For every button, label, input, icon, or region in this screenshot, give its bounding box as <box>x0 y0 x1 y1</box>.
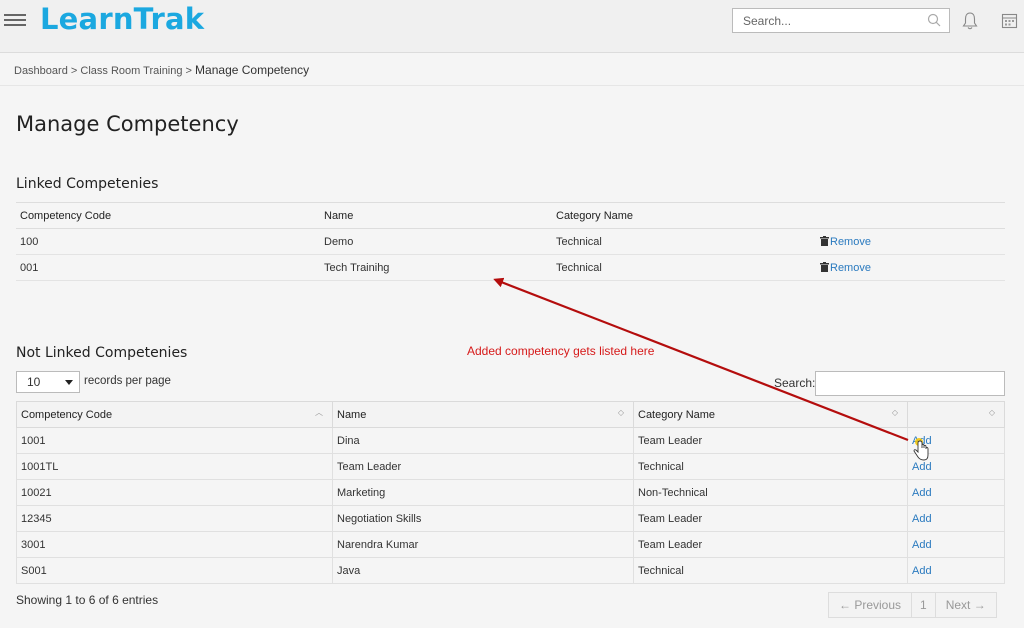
cell-category: Team Leader <box>633 427 908 454</box>
column-header-category[interactable]: Category Name ◇ <box>633 401 908 428</box>
breadcrumb-separator: > <box>185 65 192 77</box>
search-icon[interactable] <box>927 13 941 27</box>
breadcrumb: Dashboard > Class Room Training > Manage… <box>14 63 309 77</box>
table-search-label: Search: <box>774 376 816 390</box>
add-link[interactable]: Add <box>912 487 932 499</box>
trash-icon <box>820 261 829 272</box>
hamburger-menu-icon[interactable] <box>4 14 26 28</box>
column-header-code[interactable]: Competency Code ︿ <box>16 401 333 428</box>
cell-code: 3001 <box>16 531 333 558</box>
annotation-text: Added competency gets listed here <box>467 344 655 358</box>
cell-action: Add <box>907 557 1005 584</box>
caret-down-icon <box>65 380 73 385</box>
remove-label[interactable]: Remove <box>830 262 871 274</box>
cell-name: Tech Trainihg <box>320 254 552 281</box>
column-header-category: Category Name <box>552 202 816 229</box>
cell-name: Team Leader <box>332 453 634 480</box>
cell-name: Java <box>332 557 634 584</box>
cell-action: Add <box>907 505 1005 532</box>
cell-name: Marketing <box>332 479 634 506</box>
breadcrumb-class-room-training[interactable]: Class Room Training <box>80 65 182 77</box>
linked-section-title: Linked Competenies <box>16 176 159 192</box>
column-header-code-label: Competency Code <box>21 408 113 421</box>
cell-code: 100 <box>16 228 320 255</box>
page-1-button[interactable]: 1 <box>912 593 936 617</box>
global-search[interactable] <box>732 8 950 33</box>
table-row: 001 Tech Trainihg Technical Remove <box>16 254 1005 281</box>
calendar-icon[interactable] <box>1001 12 1018 29</box>
table-header-row: Competency Code Name Category Name <box>16 202 1005 229</box>
cell-category: Technical <box>552 228 816 255</box>
cell-action: Add <box>907 479 1005 506</box>
cell-action: Add <box>907 531 1005 558</box>
bell-icon[interactable] <box>961 11 979 31</box>
add-link[interactable]: Add <box>912 565 932 577</box>
divider <box>0 85 1024 86</box>
cell-category: Team Leader <box>633 505 908 532</box>
cell-code: 12345 <box>16 505 333 532</box>
table-row: 100 Demo Technical Remove <box>16 228 1005 255</box>
table-info: Showing 1 to 6 of 6 entries <box>16 593 159 607</box>
sort-icon: ◇ <box>891 408 898 417</box>
not-linked-competencies-table: Competency Code ︿ Name ◇ Category Name ◇ ◇ … <box>16 401 1005 584</box>
cell-name: Demo <box>320 228 552 255</box>
column-header-action[interactable]: ◇ <box>907 401 1005 428</box>
cell-category: Technical <box>633 557 908 584</box>
cell-category: Technical <box>633 453 908 480</box>
cell-code: 001 <box>16 254 320 281</box>
add-link[interactable]: Add <box>912 539 932 551</box>
cell-action: Remove <box>816 228 1005 255</box>
cell-code: 1001TL <box>16 453 333 480</box>
records-per-page-select[interactable]: 10 <box>16 371 80 393</box>
add-link[interactable]: Add <box>912 513 932 525</box>
records-per-page-label: records per page <box>84 375 171 387</box>
column-header-category-label: Category Name <box>638 408 716 421</box>
cell-code: 1001 <box>16 427 333 454</box>
hand-cursor-icon <box>913 438 929 461</box>
sort-icon: ◇ <box>617 408 624 417</box>
search-input[interactable] <box>733 9 913 32</box>
linked-competencies-table: Competency Code Name Category Name 100 D… <box>16 202 1005 281</box>
cell-code: 10021 <box>16 479 333 506</box>
table-row: 10021 Marketing Non-Technical Add <box>16 479 1005 506</box>
app-logo[interactable]: LearnTrak <box>40 2 204 36</box>
cell-name: Narendra Kumar <box>332 531 634 558</box>
next-button[interactable]: Next → <box>936 593 996 617</box>
table-row: S001 Java Technical Add <box>16 557 1005 584</box>
cell-category: Non-Technical <box>633 479 908 506</box>
top-header: LearnTrak <box>0 0 1024 53</box>
cell-code: S001 <box>16 557 333 584</box>
cell-name: Dina <box>332 427 634 454</box>
table-row: 12345 Negotiation Skills Team Leader Add <box>16 505 1005 532</box>
cell-category: Technical <box>552 254 816 281</box>
breadcrumb-current: Manage Competency <box>195 63 310 77</box>
cell-action: Remove <box>816 254 1005 281</box>
breadcrumb-dashboard[interactable]: Dashboard <box>14 65 68 77</box>
remove-label[interactable]: Remove <box>830 236 871 248</box>
previous-button[interactable]: ← Previous <box>829 593 913 617</box>
not-linked-section-title: Not Linked Competenies <box>16 345 188 361</box>
page-title: Manage Competency <box>16 112 239 136</box>
table-search-input[interactable] <box>815 371 1005 396</box>
records-per-page-value: 10 <box>27 375 41 389</box>
table-row: 1001TL Team Leader Technical Add <box>16 453 1005 480</box>
column-header-code: Competency Code <box>16 202 320 229</box>
remove-link[interactable]: Remove <box>820 235 871 248</box>
table-row: 1001 Dina Team Leader Add <box>16 427 1005 454</box>
table-header-row: Competency Code ︿ Name ◇ Category Name ◇ ◇ <box>16 401 1005 428</box>
sort-icon: ◇ <box>988 408 995 417</box>
pagination: ← Previous 1 Next → <box>828 592 997 618</box>
column-header-name: Name <box>320 202 552 229</box>
column-header-name-label: Name <box>337 408 367 421</box>
column-header-action <box>816 202 1005 229</box>
remove-link[interactable]: Remove <box>820 261 871 274</box>
cell-name: Negotiation Skills <box>332 505 634 532</box>
sort-asc-icon: ︿ <box>315 408 323 417</box>
breadcrumb-separator: > <box>70 65 78 77</box>
trash-icon <box>820 235 829 246</box>
table-row: 3001 Narendra Kumar Team Leader Add <box>16 531 1005 558</box>
column-header-name[interactable]: Name ◇ <box>332 401 634 428</box>
cell-category: Team Leader <box>633 531 908 558</box>
